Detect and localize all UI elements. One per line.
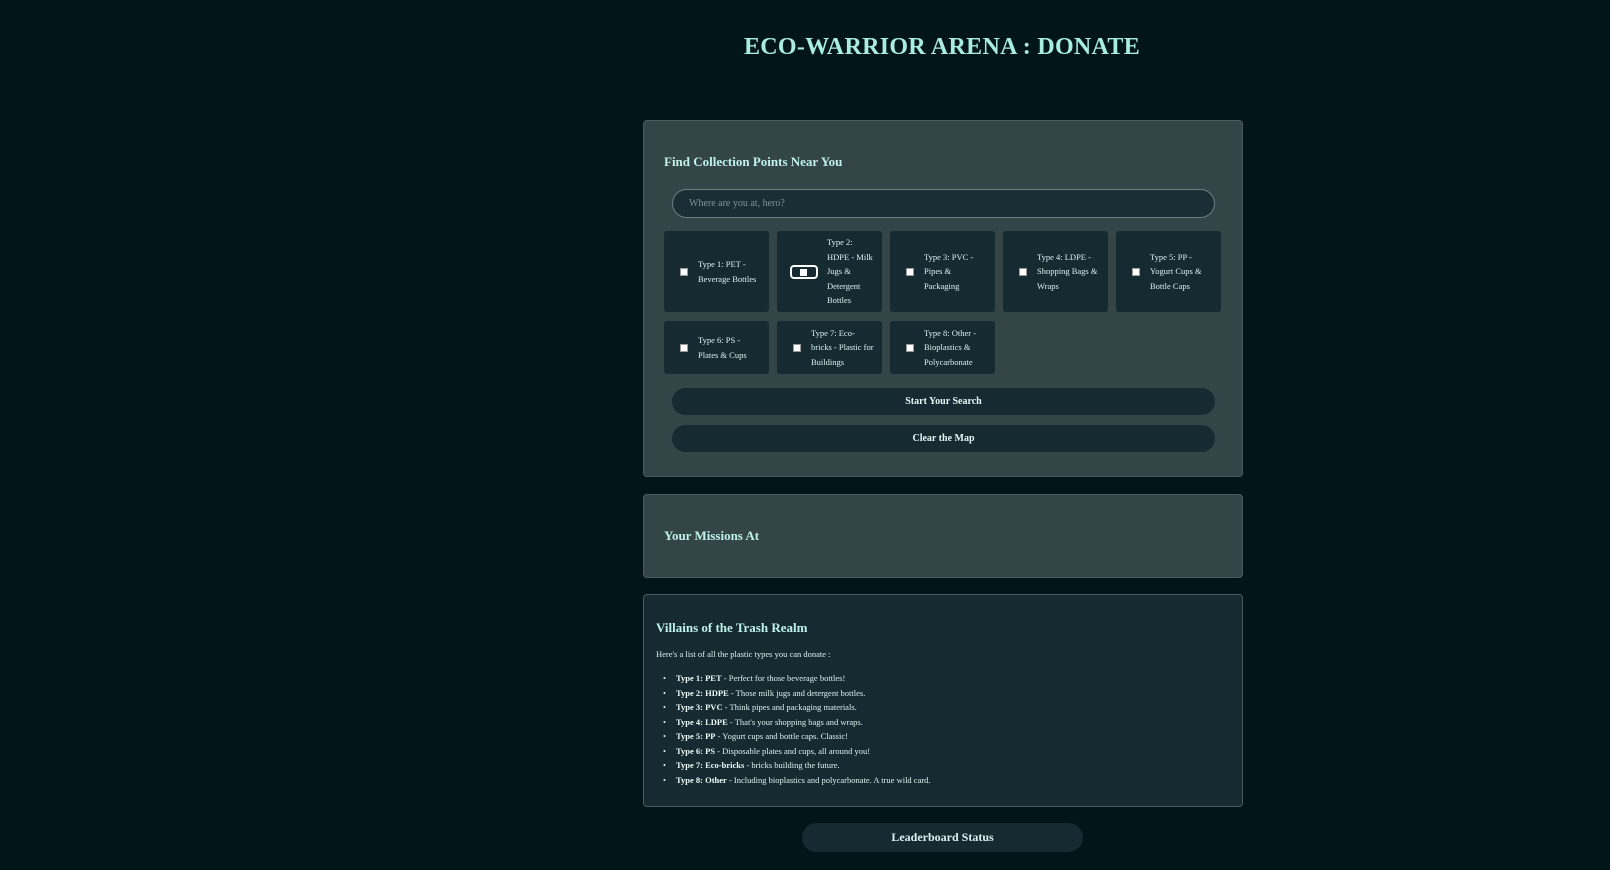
type-filter-card-8[interactable]: Type 8: Other - Bioplastics & Polycarbon… [890,321,995,374]
type-filter-label-4: Type 4: LDPE - Shopping Bags & Wraps [1037,251,1098,291]
type-filter-label-5: Type 5: PP - Yogurt Cups & Bottle Caps [1150,251,1202,291]
search-panel-heading: Find Collection Points Near You [664,154,843,169]
type-filter-card-7[interactable]: Type 7: Eco-bricks - Plastic for Buildin… [777,321,882,374]
type-filter-label-1: Type 1: PET - Beverage Bottles [698,259,757,284]
type-filter-checkbox-8[interactable] [906,343,914,352]
type-filter-label-6: Type 6: PS - Plates & Cups [698,335,747,360]
list-item: Type 6: PS - Disposable plates and cups,… [663,744,931,759]
type-filter-card-2[interactable]: Type 2: HDPE - Milk Jugs & Detergent Bot… [777,231,882,312]
start-search-button[interactable]: Start Your Search [672,388,1215,415]
missions-heading: Your Missions At [664,528,760,543]
list-item: Type 1: PET - Perfect for those beverage… [663,671,931,686]
list-item: Type 8: Other - Including bioplastics an… [663,773,931,788]
type-filter-checkbox-1[interactable] [680,267,688,276]
plastic-type-name: Type 3: PVC [676,702,723,712]
plastic-type-desc: - bricks building the future. [744,760,840,770]
type-filter-checkbox-6[interactable] [680,343,688,352]
collection-search-panel: Find Collection Points Near You Type 1: … [643,120,1243,477]
type-filter-card-5[interactable]: Type 5: PP - Yogurt Cups & Bottle Caps [1116,231,1221,312]
leaderboard-status-button[interactable]: Leaderboard Status [802,823,1083,852]
plastic-type-name: Type 2: HDPE [676,687,729,698]
plastic-type-name: Type 8: Other [676,774,727,785]
plastic-types-panel: Villains of the Trash Realm Here's a lis… [643,594,1243,807]
plastic-type-name: Type 4: LDPE [676,716,728,727]
type-filter-label-3: Type 3: PVC - Pipes & Packaging [924,251,974,291]
type-filter-label-8: Type 8: Other - Bioplastics & Polycarbon… [924,327,977,367]
list-item: Type 2: HDPE - Those milk jugs and deter… [663,686,931,701]
type-filter-checkbox-7[interactable] [793,343,801,352]
plastic-type-desc: - Yogurt cups and bottle caps. Classic! [715,731,848,741]
plastic-type-desc: - That's your shopping bags and wraps. [727,716,863,727]
list-item: Type 7: Eco-bricks - bricks building the… [663,758,931,773]
plastic-type-desc: - Think pipes and packaging materials. [722,702,857,712]
location-search-input[interactable] [672,189,1215,218]
list-item: Type 4: LDPE - That's your shopping bags… [663,715,931,730]
list-item: Type 3: PVC - Think pipes and packaging … [663,700,931,715]
villains-intro: Here's a list of all the plastic types y… [656,649,831,659]
plastic-type-desc: - Including bioplastics and polycarbonat… [726,774,931,785]
plastic-type-name: Type 5: PP [676,731,716,741]
type-filter-checkbox-2[interactable] [790,264,818,279]
plastic-type-name: Type 7: Eco-bricks [676,760,745,770]
plastic-types-list: Type 1: PET - Perfect for those beverage… [663,671,931,788]
page: ECO-WARRIOR ARENA : DONATE Find Collecti… [0,0,1610,870]
plastic-type-desc: - Those milk jugs and detergent bottles. [728,687,866,698]
list-item: Type 5: PP - Yogurt cups and bottle caps… [663,729,931,744]
plastic-type-name: Type 1: PET [676,673,722,683]
type-filter-card-4[interactable]: Type 4: LDPE - Shopping Bags & Wraps [1003,231,1108,312]
plastic-type-desc: - Disposable plates and cups, all around… [715,745,871,756]
villains-heading: Villains of the Trash Realm [656,620,808,635]
type-filter-checkbox-5[interactable] [1132,267,1140,276]
type-filter-checkbox-4[interactable] [1019,267,1027,276]
plastic-type-name: Type 6: PS [676,745,716,756]
type-filter-card-3[interactable]: Type 3: PVC - Pipes & Packaging [890,231,995,312]
type-filter-card-6[interactable]: Type 6: PS - Plates & Cups [664,321,769,374]
clear-map-button[interactable]: Clear the Map [672,425,1215,452]
plastic-type-desc: - Perfect for those beverage bottles! [721,673,846,683]
page-title: ECO-WARRIOR ARENA : DONATE [743,34,1141,60]
missions-panel: Your Missions At [643,494,1243,578]
type-filter-checkbox-3[interactable] [906,267,914,276]
type-filter-card-1[interactable]: Type 1: PET - Beverage Bottles [664,231,769,312]
type-filter-label-7: Type 7: Eco-bricks - Plastic for Buildin… [811,327,874,367]
type-filter-label-2: Type 2: HDPE - Milk Jugs & Detergent Bot… [827,237,873,306]
